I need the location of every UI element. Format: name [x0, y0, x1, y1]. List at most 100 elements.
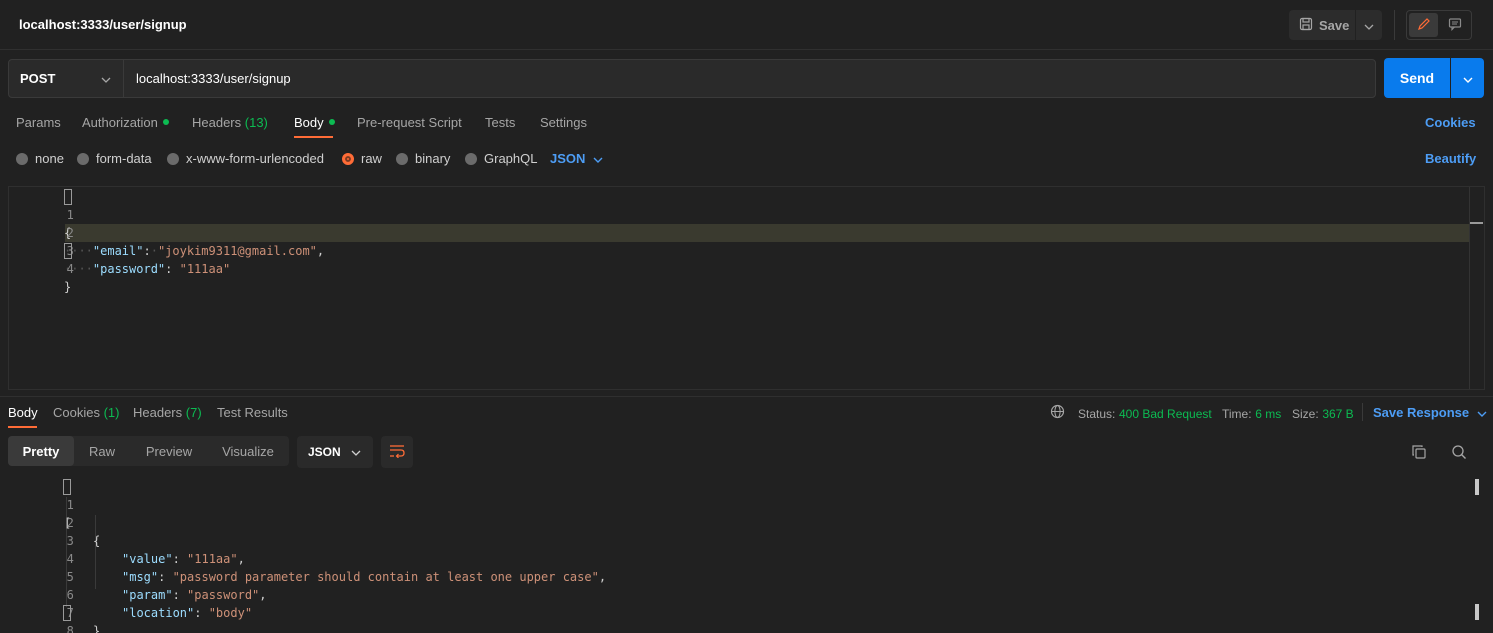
- tab-headers[interactable]: Headers (13): [192, 115, 268, 130]
- response-status[interactable]: Status: 400 Bad Request: [1078, 406, 1212, 421]
- json-key: "param": [122, 588, 173, 602]
- scrollbar[interactable]: [1469, 187, 1484, 389]
- radio-label: raw: [361, 151, 382, 166]
- save-button[interactable]: Save: [1289, 10, 1355, 40]
- radio-graphql[interactable]: GraphQL: [465, 151, 537, 166]
- radio-circle: [465, 152, 477, 165]
- send-dropdown-button[interactable]: [1451, 58, 1484, 98]
- radio-form-data[interactable]: form-data: [77, 151, 152, 166]
- tab-params[interactable]: Params: [16, 115, 61, 130]
- chevron-down-icon: [1364, 18, 1374, 33]
- beautify-link[interactable]: Beautify: [1425, 151, 1476, 166]
- radio-circle: [16, 152, 28, 165]
- tab-authorization[interactable]: Authorization: [82, 115, 169, 130]
- radio-label: GraphQL: [484, 151, 538, 166]
- active-tab-underline: [8, 426, 37, 428]
- save-response-button[interactable]: Save Response: [1373, 405, 1487, 420]
- request-title[interactable]: localhost:3333/user/signup: [19, 17, 187, 32]
- json-key: "password": [92, 262, 166, 276]
- divider: [0, 396, 1493, 397]
- tab-settings[interactable]: Settings: [540, 115, 587, 130]
- comment-icon: [1448, 17, 1462, 34]
- view-preview-button[interactable]: Preview: [138, 436, 200, 466]
- size-value: 367 B: [1322, 407, 1354, 421]
- divider: [1362, 403, 1363, 421]
- line-number: 1: [66, 498, 74, 512]
- line-number: 2: [66, 226, 74, 240]
- response-tab-cookies[interactable]: Cookies (1): [53, 405, 119, 420]
- chevron-down-icon: [1477, 405, 1487, 420]
- method-select[interactable]: POST: [8, 59, 124, 98]
- scrollbar-marker: [1470, 222, 1483, 224]
- line-number: 1: [66, 208, 74, 222]
- tab-authorization-label: Authorization: [82, 115, 158, 130]
- bracket-match: [64, 189, 72, 205]
- view-raw-button[interactable]: Raw: [82, 436, 122, 466]
- json-value: "body": [208, 606, 253, 620]
- chevron-down-icon: [101, 71, 111, 86]
- radio-raw[interactable]: raw: [342, 151, 382, 166]
- body-format-select[interactable]: JSON: [550, 151, 603, 166]
- tab-body[interactable]: Body: [294, 115, 335, 130]
- comments-mode-button[interactable]: [1440, 13, 1469, 37]
- response-tab-test-results[interactable]: Test Results: [217, 405, 288, 420]
- response-tab-headers[interactable]: Headers (7): [133, 405, 202, 420]
- radio-circle: [396, 152, 408, 165]
- pencil-icon: [1417, 17, 1431, 34]
- view-visualize-button[interactable]: Visualize: [214, 436, 282, 466]
- json-value: "joykim9311@gmail.com": [157, 244, 317, 258]
- line-number: 2: [66, 516, 74, 530]
- time-label: Time:: [1222, 407, 1252, 421]
- cookies-link[interactable]: Cookies: [1425, 115, 1476, 130]
- response-format-select[interactable]: JSON: [297, 436, 373, 468]
- save-dropdown-button[interactable]: [1356, 10, 1382, 40]
- method-label: POST: [20, 71, 56, 86]
- tab-headers-label: Headers: [192, 115, 242, 130]
- globe-icon[interactable]: [1050, 404, 1065, 422]
- radio-none[interactable]: none: [16, 151, 64, 166]
- view-mode-toggle: [1406, 10, 1472, 40]
- json-key: "email": [92, 244, 144, 258]
- send-button[interactable]: Send: [1384, 58, 1450, 98]
- line-number: 6: [66, 588, 74, 602]
- tab-label: Cookies: [53, 405, 100, 420]
- radio-circle-selected: [342, 152, 354, 165]
- json-value: "password parameter should contain at le…: [172, 570, 599, 584]
- edit-mode-button[interactable]: [1409, 13, 1438, 37]
- request-body-code[interactable]: 1 { 2 ····"email":·"joykim9311@gmail.com…: [8, 188, 1468, 294]
- url-input[interactable]: localhost:3333/user/signup: [123, 59, 1376, 98]
- view-pretty-button[interactable]: Pretty: [8, 436, 74, 466]
- scrollbar-marker: [1475, 604, 1479, 620]
- json-value: "111aa": [179, 262, 231, 276]
- radio-urlencoded[interactable]: x-www-form-urlencoded: [167, 151, 324, 166]
- radio-label: binary: [415, 151, 451, 166]
- divider: [1394, 10, 1395, 40]
- line-number: 3: [66, 534, 74, 548]
- radio-binary[interactable]: binary: [396, 151, 450, 166]
- code-token: }: [64, 280, 72, 294]
- status-value: 400 Bad Request: [1118, 407, 1212, 421]
- tab-tests[interactable]: Tests: [485, 115, 515, 130]
- response-view-toggle: Pretty Raw Preview Visualize: [8, 436, 289, 466]
- save-response-label: Save Response: [1373, 405, 1470, 420]
- bracket-match: [63, 605, 71, 621]
- response-time[interactable]: Time: 6 ms: [1222, 406, 1281, 421]
- request-header: [0, 0, 1493, 50]
- radio-label: none: [35, 151, 64, 166]
- tab-prerequest-script[interactable]: Pre-request Script: [357, 115, 462, 130]
- search-icon[interactable]: [1451, 444, 1467, 463]
- tab-body-label: Body: [294, 115, 324, 130]
- body-format-label: JSON: [550, 151, 586, 166]
- wrap-lines-icon: [389, 444, 405, 461]
- response-tab-body[interactable]: Body: [8, 405, 38, 420]
- json-key: "location": [122, 606, 195, 620]
- radio-circle: [167, 152, 179, 165]
- indicator-dot: [328, 119, 335, 125]
- indicator-dot: [162, 119, 169, 125]
- chevron-down-icon: [351, 445, 361, 459]
- response-format-label: JSON: [308, 445, 341, 459]
- copy-icon[interactable]: [1411, 444, 1427, 463]
- wrap-lines-button[interactable]: [381, 436, 413, 468]
- response-size[interactable]: Size: 367 B: [1292, 406, 1354, 421]
- response-body-code[interactable]: 1 [ 2 { 3 "value": "111aa", 4 "msg": "pa…: [8, 478, 1468, 633]
